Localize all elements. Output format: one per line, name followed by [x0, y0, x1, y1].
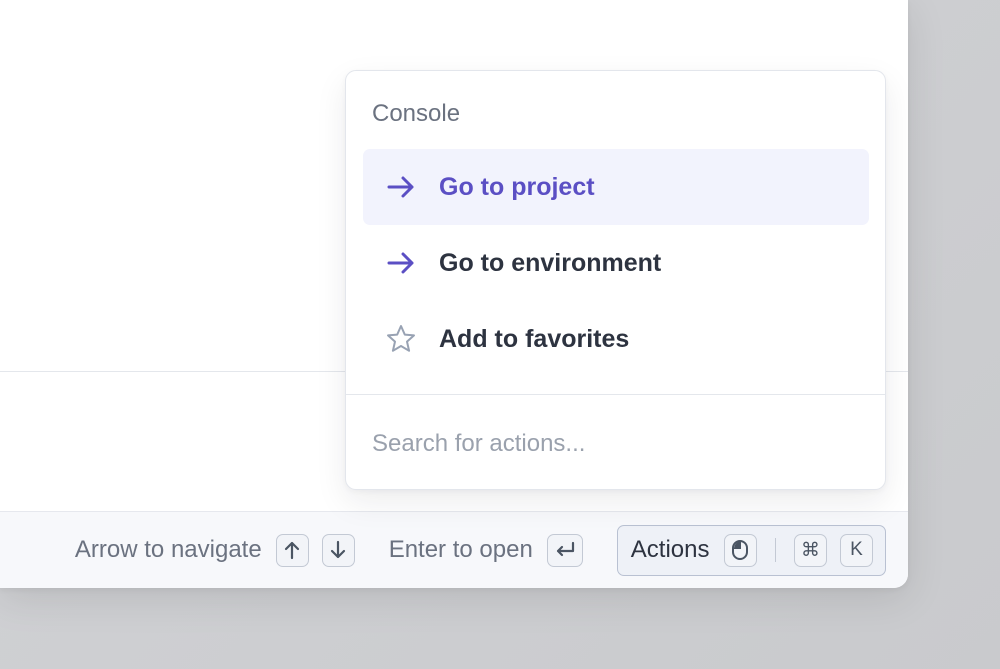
- search-actions-input[interactable]: [372, 420, 852, 468]
- actions-separator: [774, 538, 776, 562]
- popover-divider: [346, 394, 885, 395]
- actions-label: Actions: [630, 536, 710, 563]
- menu-item-go-to-environment[interactable]: Go to environment: [363, 225, 869, 301]
- actions-popover: Console Go to project Go to environment: [345, 70, 886, 490]
- arrow-down-icon: [331, 540, 346, 559]
- actions-button[interactable]: Actions ⌘ K: [616, 524, 886, 576]
- arrow-right-icon: [385, 247, 417, 279]
- navigate-hint-label: Arrow to navigate: [74, 536, 262, 563]
- star-outline-icon: [385, 323, 417, 355]
- section-title: Console: [372, 100, 461, 127]
- open-hint-label: Enter to open: [388, 536, 533, 563]
- open-hint: Enter to open: [388, 533, 583, 567]
- enter-return-icon: [556, 541, 574, 557]
- menu-item-label: Go to environment: [439, 248, 662, 277]
- footer-bar: Arrow to navigate Enter to open Actions …: [0, 511, 908, 588]
- arrow-up-icon: [285, 541, 300, 560]
- menu-item-label: Go to project: [439, 172, 595, 201]
- arrow-right-icon: [385, 171, 417, 203]
- menu-item-go-to-project[interactable]: Go to project: [363, 149, 869, 225]
- actions-menu: Go to project Go to environment Add to f…: [363, 149, 869, 377]
- cmd-key: ⌘: [794, 533, 827, 567]
- k-key: K: [840, 533, 873, 567]
- arrow-down-key: [321, 533, 355, 567]
- menu-item-label: Add to favorites: [439, 324, 630, 353]
- mouse-icon: [732, 540, 748, 560]
- arrow-up-key: [275, 533, 309, 567]
- enter-key: [546, 533, 583, 567]
- mouse-key: [723, 533, 757, 567]
- menu-item-add-to-favorites[interactable]: Add to favorites: [363, 301, 869, 377]
- navigate-hint: Arrow to navigate: [74, 533, 355, 567]
